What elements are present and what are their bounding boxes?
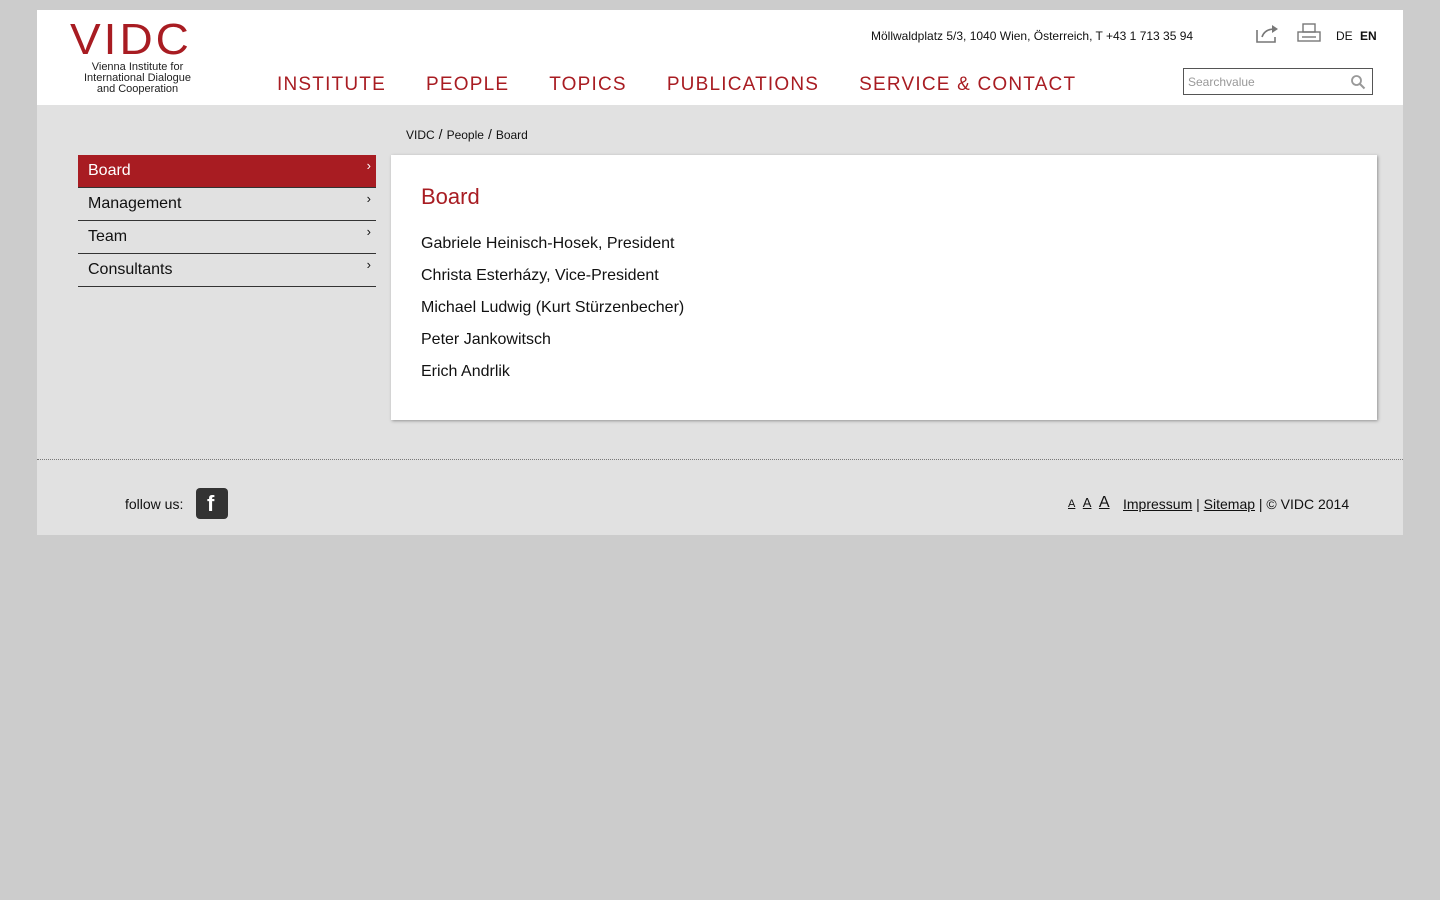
lang-de[interactable]: DE — [1336, 29, 1353, 43]
font-size-small-button[interactable]: A — [1068, 498, 1075, 510]
board-member-list: Gabriele Heinisch-Hosek, President Chris… — [421, 228, 684, 388]
facebook-glyph: f — [207, 491, 215, 516]
nav-publications[interactable]: PUBLICATIONS — [667, 74, 819, 96]
board-member: Gabriele Heinisch-Hosek, President — [421, 235, 675, 252]
breadcrumb-separator: / — [438, 126, 443, 142]
content-card: Board Gabriele Heinisch-Hosek, President… — [391, 155, 1377, 420]
search-icon[interactable] — [1350, 74, 1366, 90]
footer-links: Impressum | Sitemap | © VIDC 2014 — [1123, 496, 1349, 512]
font-size-large-button[interactable]: A — [1099, 494, 1110, 511]
chevron-right-icon: › — [366, 224, 371, 239]
breadcrumb-people[interactable]: People — [447, 128, 484, 142]
nav-people[interactable]: PEOPLE — [426, 74, 509, 96]
board-member: Christa Esterházy, Vice-President — [421, 267, 659, 284]
search-input[interactable] — [1188, 73, 1343, 91]
facebook-icon[interactable]: f — [196, 488, 228, 519]
breadcrumb-separator: / — [487, 126, 492, 142]
page: VIDC Vienna Institute for International … — [37, 10, 1403, 535]
board-member: Michael Ludwig (Kurt Stürzenbecher) — [421, 299, 685, 316]
chevron-right-icon: › — [366, 158, 371, 173]
sidebar-item-label: Team — [88, 228, 128, 245]
sidebar-item-label: Consultants — [88, 261, 173, 278]
impressum-link[interactable]: Impressum — [1123, 496, 1192, 512]
chevron-right-icon: › — [366, 191, 371, 206]
search-box — [1183, 68, 1373, 95]
footer-divider — [37, 459, 1403, 460]
language-switcher: DE EN — [1336, 29, 1381, 43]
logo-line-3: and Cooperation — [96, 83, 179, 95]
font-size-controls: A A A — [1068, 494, 1113, 512]
sidebar-item-label: Management — [88, 195, 182, 212]
logo-subtitle: Vienna Institute for International Dialo… — [70, 62, 205, 95]
contact-address: Möllwaldplatz 5/3, 1040 Wien, Österreich… — [871, 29, 1194, 43]
nav-topics[interactable]: TOPICS — [549, 74, 627, 96]
footer-separator: | — [1196, 496, 1200, 512]
breadcrumb: VIDC / People / Board — [406, 126, 528, 142]
board-member: Peter Jankowitsch — [421, 331, 551, 348]
share-icon[interactable] — [1255, 22, 1281, 44]
chevron-right-icon: › — [366, 257, 371, 272]
header: VIDC Vienna Institute for International … — [37, 10, 1403, 105]
nav-institute[interactable]: INSTITUTE — [277, 74, 386, 96]
sidebar-nav: Board › Management › Team › Consultants … — [78, 155, 376, 287]
sidebar-item-team[interactable]: Team › — [78, 221, 376, 254]
vidc-logo[interactable]: VIDC Vienna Institute for International … — [70, 16, 205, 98]
sidebar-item-board[interactable]: Board › — [78, 155, 376, 188]
breadcrumb-home[interactable]: VIDC — [406, 128, 435, 142]
copyright-text: | © VIDC 2014 — [1258, 496, 1350, 512]
font-size-medium-button[interactable]: A — [1083, 495, 1092, 510]
sidebar-item-management[interactable]: Management › — [78, 188, 376, 221]
board-member: Erich Andrlik — [421, 363, 510, 380]
breadcrumb-current: Board — [495, 128, 528, 142]
sitemap-link[interactable]: Sitemap — [1204, 496, 1255, 512]
follow-us-label: follow us: — [125, 496, 184, 512]
nav-service-contact[interactable]: SERVICE & CONTACT — [859, 74, 1076, 96]
main-nav: INSTITUTE PEOPLE TOPICS PUBLICATIONS SER… — [277, 74, 1116, 96]
print-icon[interactable] — [1296, 22, 1322, 44]
sidebar-item-label: Board — [88, 162, 131, 179]
sidebar-item-consultants[interactable]: Consultants › — [78, 254, 376, 287]
logo-mark: VIDC — [70, 14, 192, 64]
page-title: Board — [421, 184, 480, 209]
lang-en[interactable]: EN — [1360, 29, 1377, 43]
